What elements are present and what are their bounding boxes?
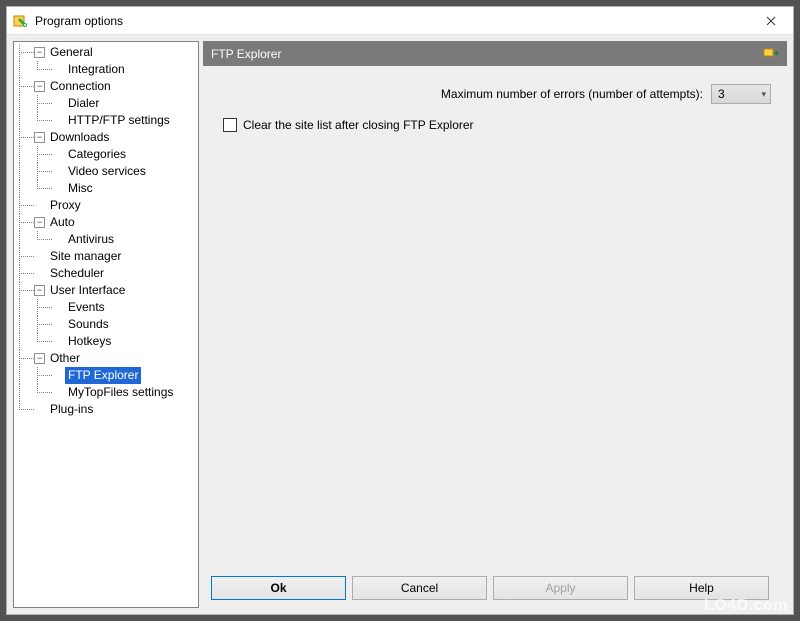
clear-list-label: Clear the site list after closing FTP Ex…	[243, 118, 474, 132]
tree-item-ftp-explorer[interactable]: FTP Explorer	[16, 367, 196, 384]
chevron-down-icon: ▾	[761, 89, 766, 100]
tree-item-downloads[interactable]: −Downloads	[16, 129, 196, 146]
tree-collapse-icon[interactable]: −	[34, 217, 45, 228]
ok-button[interactable]: Ok	[211, 576, 346, 600]
tree-label: Video services	[65, 163, 149, 180]
tree-item-events[interactable]: Events	[16, 299, 196, 316]
tree-label: Integration	[65, 61, 128, 78]
tree-item-misc[interactable]: Misc	[16, 180, 196, 197]
tree-item-connection[interactable]: −Connection	[16, 78, 196, 95]
close-button[interactable]	[751, 8, 791, 34]
button-bar: Ok Cancel Apply Help	[203, 570, 787, 608]
tree-collapse-icon[interactable]: −	[34, 132, 45, 143]
category-tree[interactable]: −GeneralIntegration−ConnectionDialerHTTP…	[13, 41, 199, 608]
tree-collapse-icon[interactable]: −	[34, 47, 45, 58]
tree-label: Connection	[47, 78, 114, 95]
errors-select[interactable]: 3 ▾	[711, 84, 771, 104]
tree-label: Hotkeys	[65, 333, 114, 350]
tree-label: User Interface	[47, 282, 128, 299]
tree-label: Auto	[47, 214, 78, 231]
panel-header: FTP Explorer	[203, 41, 787, 66]
tree-item-mytopfiles-settings[interactable]: MyTopFiles settings	[16, 384, 196, 401]
titlebar: Program options	[7, 7, 793, 35]
tree-item-video-services[interactable]: Video services	[16, 163, 196, 180]
tree-item-auto[interactable]: −Auto	[16, 214, 196, 231]
tree-label: Dialer	[65, 95, 102, 112]
tree-item-proxy[interactable]: Proxy	[16, 197, 196, 214]
tree-label: Site manager	[47, 248, 124, 265]
apply-button[interactable]: Apply	[493, 576, 628, 600]
cancel-button[interactable]: Cancel	[352, 576, 487, 600]
tree-label: Plug-ins	[47, 401, 96, 418]
tree-label: Events	[65, 299, 108, 316]
panel-title: FTP Explorer	[211, 47, 281, 61]
tree-label: Misc	[65, 180, 96, 197]
tree-label: Scheduler	[47, 265, 107, 282]
tree-label: Categories	[65, 146, 129, 163]
ftp-icon	[763, 45, 779, 61]
tree-label: Downloads	[47, 129, 112, 146]
errors-value: 3	[718, 87, 725, 101]
tree-label: HTTP/FTP settings	[65, 112, 173, 129]
tree-collapse-icon[interactable]: −	[34, 81, 45, 92]
close-icon	[766, 16, 776, 26]
settings-panel: FTP Explorer Maximum number of errors (n…	[203, 41, 787, 608]
tree-item-dialer[interactable]: Dialer	[16, 95, 196, 112]
tree-item-categories[interactable]: Categories	[16, 146, 196, 163]
tree-item-site-manager[interactable]: Site manager	[16, 248, 196, 265]
tree-label: Antivirus	[65, 231, 117, 248]
tree-label: Proxy	[47, 197, 84, 214]
panel-form: Maximum number of errors (number of atte…	[203, 66, 787, 570]
tree-label: Other	[47, 350, 83, 367]
tree-label: Sounds	[65, 316, 112, 333]
tree-label: FTP Explorer	[65, 367, 141, 384]
tree-item-http-ftp-settings[interactable]: HTTP/FTP settings	[16, 112, 196, 129]
tree-item-antivirus[interactable]: Antivirus	[16, 231, 196, 248]
clear-list-checkbox[interactable]	[223, 118, 237, 132]
tree-item-user-interface[interactable]: −User Interface	[16, 282, 196, 299]
tree-item-general[interactable]: −General	[16, 44, 196, 61]
tree-item-scheduler[interactable]: Scheduler	[16, 265, 196, 282]
tree-item-integration[interactable]: Integration	[16, 61, 196, 78]
options-dialog: Program options −GeneralIntegration−Conn…	[6, 6, 794, 615]
tree-item-other[interactable]: −Other	[16, 350, 196, 367]
tree-label: MyTopFiles settings	[65, 384, 176, 401]
errors-label: Maximum number of errors (number of atte…	[441, 87, 703, 101]
window-title: Program options	[35, 14, 123, 28]
tree-item-plug-ins[interactable]: Plug-ins	[16, 401, 196, 418]
dialog-body: −GeneralIntegration−ConnectionDialerHTTP…	[7, 35, 793, 614]
tree-collapse-icon[interactable]: −	[34, 353, 45, 364]
tree-collapse-icon[interactable]: −	[34, 285, 45, 296]
tree-item-sounds[interactable]: Sounds	[16, 316, 196, 333]
watermark: LO4D.com	[704, 597, 788, 615]
app-icon	[13, 13, 29, 29]
tree-item-hotkeys[interactable]: Hotkeys	[16, 333, 196, 350]
tree-label: General	[47, 44, 96, 61]
